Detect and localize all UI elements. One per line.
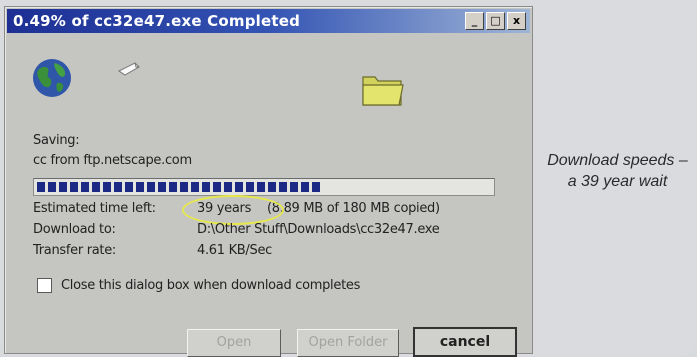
transfer-rate-value: 4.61 KB/Sec: [197, 243, 272, 258]
progress-fill: [37, 182, 323, 192]
close-button[interactable]: x: [507, 12, 526, 30]
eta-highlight-circle: [182, 195, 284, 225]
maximize-button[interactable]: □: [486, 12, 505, 30]
minimize-button[interactable]: _: [465, 12, 484, 30]
saving-source: cc from ftp.netscape.com: [33, 153, 192, 168]
open-button[interactable]: Open: [187, 329, 281, 357]
document-icon: [118, 62, 140, 76]
download-to-value: D:\Other Stuff\Downloads\cc32e47.exe: [197, 222, 440, 237]
download-to-label: Download to:: [33, 222, 116, 237]
saving-label: Saving:: [33, 133, 80, 148]
globe-icon: [33, 59, 71, 97]
close-on-complete-checkbox[interactable]: [37, 278, 52, 293]
title-bar[interactable]: 0.49% of cc32e47.exe Completed _ □ x: [7, 9, 530, 33]
cancel-button[interactable]: cancel: [413, 327, 517, 357]
folder-icon: [362, 76, 404, 106]
window-controls: _ □ x: [465, 12, 526, 30]
close-on-complete-label[interactable]: Close this dialog box when download comp…: [61, 278, 360, 293]
eta-detail: (8.89 MB of 180 MB copied): [267, 201, 440, 216]
download-dialog: 0.49% of cc32e47.exe Completed _ □ x Sav…: [4, 6, 533, 357]
open-folder-button[interactable]: Open Folder: [297, 329, 399, 357]
window-title: 0.49% of cc32e47.exe Completed: [13, 12, 301, 30]
transfer-rate-label: Transfer rate:: [33, 243, 116, 258]
eta-label: Estimated time left:: [33, 201, 156, 216]
caption-text: Download speeds – a 39 year wait: [547, 152, 688, 190]
progress-bar: [33, 178, 495, 196]
